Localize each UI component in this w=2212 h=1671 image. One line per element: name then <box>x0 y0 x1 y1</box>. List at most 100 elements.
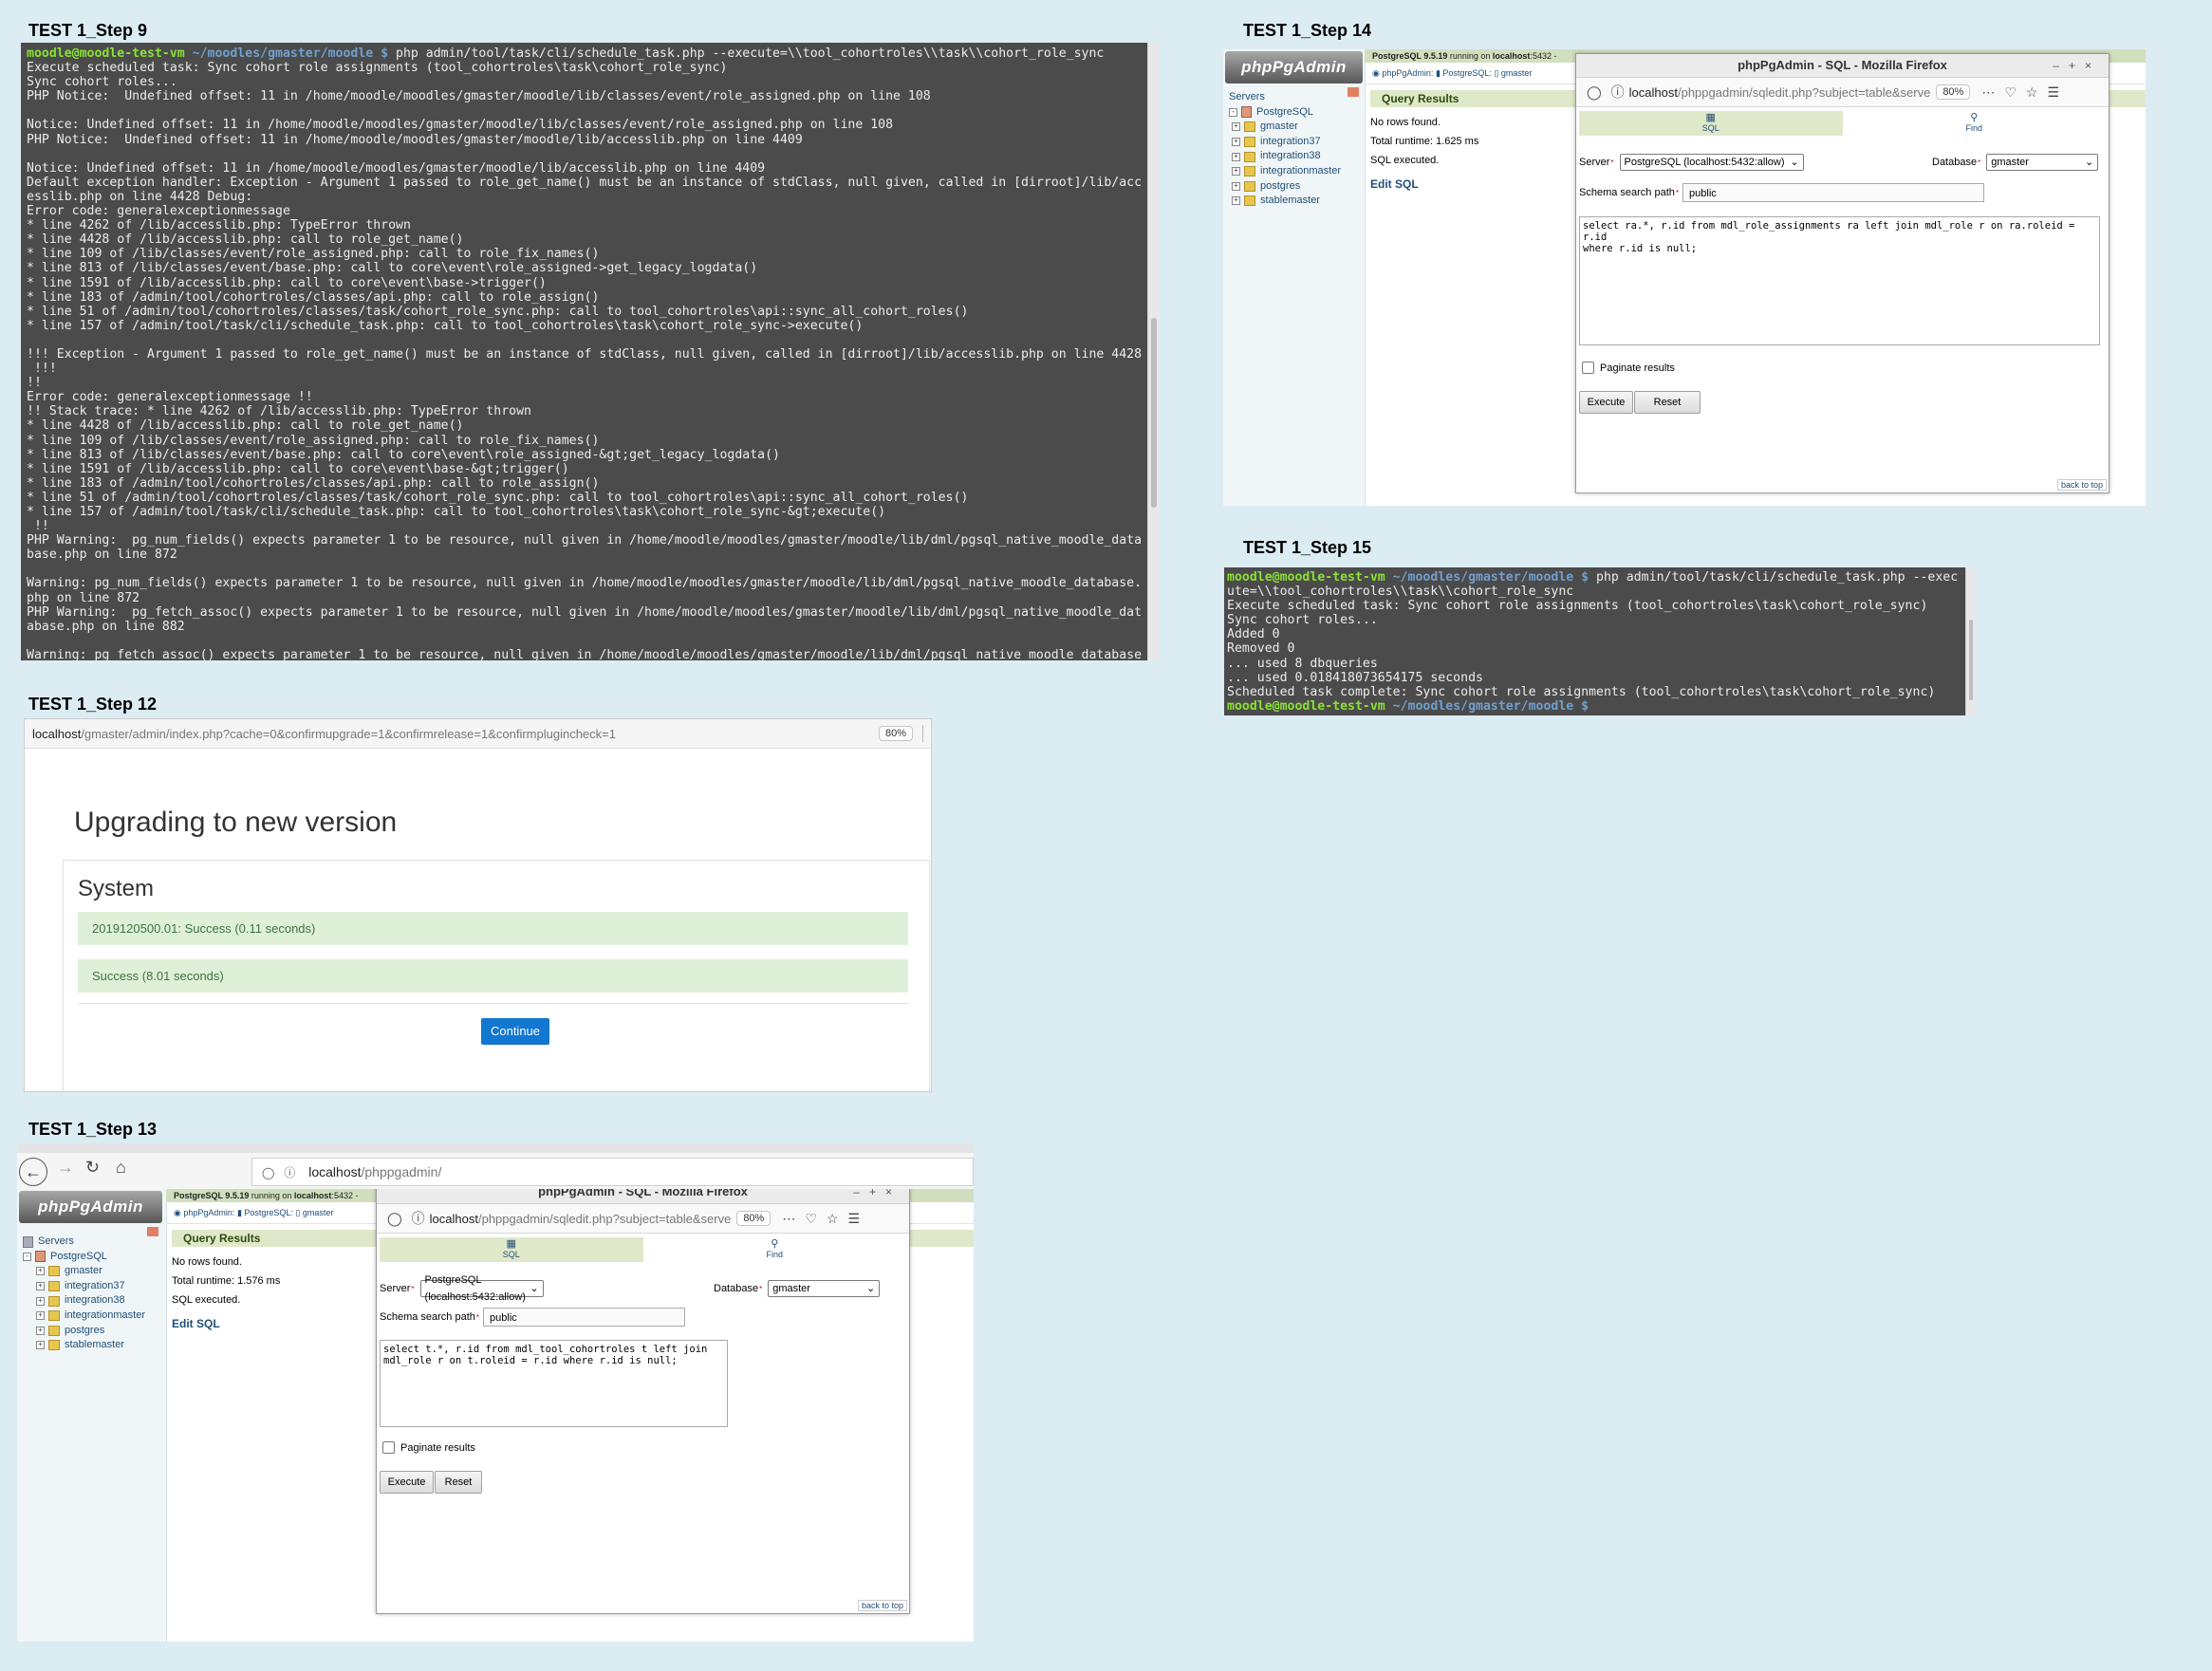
refresh-icon[interactable] <box>1348 87 1359 97</box>
tree-item-db[interactable]: + integration37 <box>23 1279 145 1294</box>
server-field: Server * PostgreSQL (localhost:5432:allow… <box>1579 154 1804 171</box>
tree-item-db[interactable]: + gmaster <box>23 1264 145 1279</box>
tree-label: integration38 <box>65 1294 125 1307</box>
database-select[interactable]: gmaster ⌄ <box>1986 154 2099 171</box>
tab-sql[interactable]: ▦ SQL <box>1579 111 1843 136</box>
terminal-scrollbar[interactable] <box>1147 43 1160 660</box>
reset-button[interactable]: Reset <box>1634 391 1701 414</box>
schema-field: Schema search path * public <box>380 1308 686 1327</box>
tree-item-db[interactable]: + gmaster <box>1229 120 1341 135</box>
phppgadmin-logo[interactable]: phpPgAdmin <box>19 1191 162 1236</box>
tree-item-db[interactable]: + integrationmaster <box>23 1309 145 1324</box>
pocket-icon[interactable]: ♡ <box>2004 84 2017 101</box>
home-icon[interactable]: ⌂ <box>116 1158 126 1178</box>
database-icon <box>48 1281 60 1292</box>
tree-item-db[interactable]: + stablemaster <box>1229 194 1341 209</box>
chevron-down-icon: ⌄ <box>866 1283 876 1294</box>
paginate-checkbox[interactable] <box>382 1441 395 1454</box>
paginate-checkbox[interactable] <box>1582 362 1594 374</box>
zoom-indicator[interactable]: 80% <box>878 726 913 741</box>
breadcrumb-item[interactable]: gmaster <box>303 1208 334 1217</box>
tree-item-servers[interactable]: Servers <box>23 1235 145 1250</box>
expand-icon[interactable]: + <box>36 1282 45 1291</box>
forward-button[interactable]: → <box>57 1158 74 1178</box>
terminal-line: * line 1591 of /lib/accesslib.php: call … <box>27 275 547 290</box>
url-bar[interactable]: localhost/gmaster/admin/index.php?cache=… <box>25 719 931 749</box>
terminal-line: * line 157 of /admin/tool/task/cli/sched… <box>27 505 886 519</box>
zoom-indicator[interactable]: 80% <box>736 1211 771 1226</box>
breadcrumb-item[interactable]: PostgreSQL <box>244 1208 290 1217</box>
url-bar[interactable]: ◯ ⓘ localhost/phppgadmin/ <box>251 1158 974 1186</box>
tree-item-postgresql[interactable]: - PostgreSQL <box>1229 105 1341 121</box>
breadcrumb-item[interactable]: gmaster <box>1501 68 1533 78</box>
expand-icon[interactable]: + <box>36 1326 45 1335</box>
back-to-top-link[interactable]: back to top <box>857 1600 907 1611</box>
server-select[interactable]: PostgreSQL (localhost:5432:allow) ⌄ <box>419 1274 544 1303</box>
tree-item-db[interactable]: + postgres <box>1229 179 1341 195</box>
expand-icon[interactable]: + <box>1232 181 1240 191</box>
sql-editor[interactable]: select t.*, r.id from mdl_tool_cohortrol… <box>380 1340 728 1427</box>
menu-icon[interactable]: ☰ <box>2047 84 2059 101</box>
menu-icon[interactable]: ☰ <box>847 1211 860 1227</box>
sidebar: phpPgAdmin Servers - PostgreSQL + gmaster … <box>17 1189 167 1642</box>
tab-sql[interactable]: ▦ SQL <box>380 1237 643 1262</box>
star-icon[interactable]: ☆ <box>827 1211 839 1227</box>
breadcrumb-item[interactable]: phpPgAdmin <box>1382 68 1431 78</box>
breadcrumb-item[interactable]: PostgreSQL <box>1442 68 1489 78</box>
server-select[interactable]: PostgreSQL (localhost:5432:allow) ⌄ <box>1619 154 1804 171</box>
window-controls[interactable]: –+× <box>2053 54 2101 77</box>
tree-item-db[interactable]: + integration37 <box>1229 135 1341 150</box>
url-bar[interactable]: ◯ ⓘ localhost/phppgadmin/sqledit.php?sub… <box>1576 78 2109 107</box>
tree-item-db[interactable]: + integration38 <box>1229 149 1341 164</box>
breadcrumb-item[interactable]: phpPgAdmin <box>183 1208 232 1217</box>
expand-icon[interactable]: + <box>36 1267 45 1276</box>
expand-icon[interactable]: + <box>1232 167 1240 176</box>
schema-input[interactable]: public <box>483 1308 686 1327</box>
tab-find[interactable]: ⚲ Find <box>643 1237 907 1262</box>
tree-item-db[interactable]: + integrationmaster <box>1229 164 1341 179</box>
scrollbar-thumb[interactable] <box>1969 620 1973 700</box>
tree-item-db[interactable]: + integration38 <box>23 1293 145 1309</box>
tree-item-db[interactable]: + stablemaster <box>23 1338 145 1353</box>
terminal-step9[interactable]: moodle@moodle-test-vm ~/moodles/gmaster/… <box>21 43 1160 660</box>
refresh-icon[interactable] <box>147 1227 158 1236</box>
terminal-step15[interactable]: moodle@moodle-test-vm ~/moodles/gmaster/… <box>1224 567 1976 715</box>
expand-icon[interactable]: + <box>1232 152 1240 161</box>
execute-button[interactable]: Execute <box>380 1471 434 1494</box>
expand-icon[interactable]: + <box>1232 122 1240 132</box>
expand-icon[interactable]: + <box>36 1341 45 1350</box>
expand-icon[interactable]: + <box>1232 196 1240 206</box>
collapse-icon[interactable]: - <box>1229 107 1237 117</box>
more-icon[interactable]: ⋯ <box>782 1211 795 1227</box>
database-select[interactable]: gmaster ⌄ <box>768 1280 881 1297</box>
reload-button[interactable]: ↻ <box>85 1158 100 1178</box>
reset-button[interactable]: Reset <box>435 1471 482 1494</box>
window-controls[interactable]: –+× <box>853 1189 902 1203</box>
scrollbar-thumb[interactable] <box>1151 318 1157 508</box>
zoom-indicator[interactable]: 80% <box>1936 84 1971 100</box>
terminal-line: * line 1591 of /lib/accesslib.php: call … <box>27 461 569 476</box>
expand-icon[interactable]: + <box>1232 138 1240 147</box>
tab-find[interactable]: ⚲ Find <box>1843 111 2107 136</box>
phppgadmin-logo[interactable]: phpPgAdmin <box>1225 51 1363 97</box>
url-bar[interactable]: ◯ ⓘ localhost/phppgadmin/sqledit.php?sub… <box>377 1204 909 1234</box>
pocket-icon[interactable]: ♡ <box>805 1211 817 1227</box>
tree-item-db[interactable]: + postgres <box>23 1324 145 1339</box>
tree-item-servers[interactable]: Servers <box>1229 90 1341 105</box>
more-icon[interactable]: ⋯ <box>1981 84 1995 101</box>
tree-item-postgresql[interactable]: - PostgreSQL <box>23 1250 145 1265</box>
back-to-top-link[interactable]: back to top <box>2056 479 2107 491</box>
expand-icon[interactable]: + <box>36 1296 45 1306</box>
execute-button[interactable]: Execute <box>1579 391 1633 414</box>
sql-popup-window: phpPgAdmin - SQL - Mozilla Firefox –+× ◯ … <box>376 1189 910 1614</box>
expand-icon[interactable]: + <box>36 1311 45 1321</box>
back-button[interactable]: ← <box>19 1158 47 1186</box>
continue-button[interactable]: Continue <box>481 1018 549 1045</box>
terminal-scrollbar[interactable] <box>1965 567 1976 715</box>
sql-editor[interactable]: select ra.*, r.id from mdl_role_assignme… <box>1579 216 2100 345</box>
schema-input[interactable]: public <box>1682 183 1985 202</box>
database-icon <box>48 1310 60 1322</box>
collapse-icon[interactable]: - <box>23 1252 31 1261</box>
terminal-line: Sync cohort roles... <box>27 75 177 90</box>
star-icon[interactable]: ☆ <box>2026 84 2038 101</box>
